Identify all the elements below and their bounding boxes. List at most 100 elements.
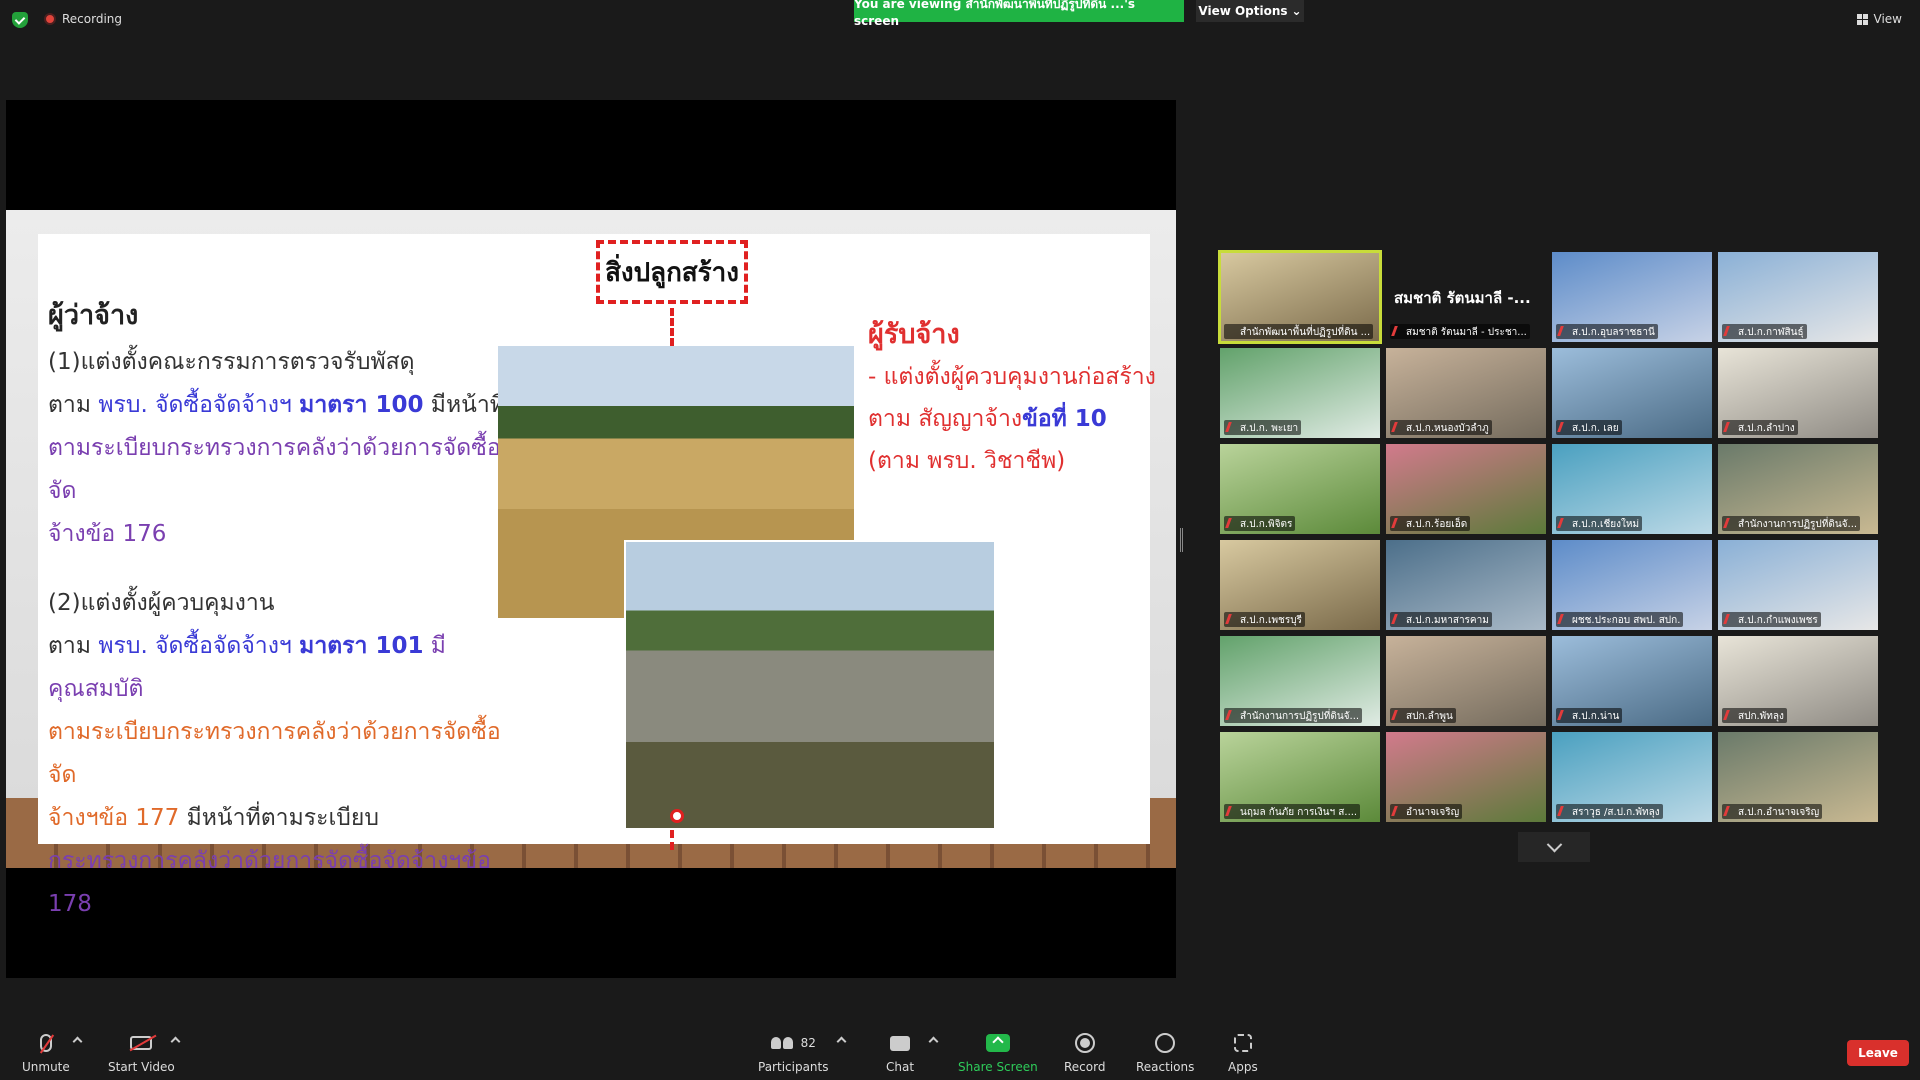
participant-tile[interactable]: ส.ป.ก.น่าน bbox=[1552, 636, 1712, 726]
participant-tile[interactable]: ส.ป.ก.หนองบัวลำภู bbox=[1386, 348, 1546, 438]
gallery-next-page-button[interactable] bbox=[1518, 832, 1590, 862]
chat-caret-icon[interactable] bbox=[928, 1036, 939, 1047]
participant-tile[interactable]: สมชาติ รัตนมาลี -... สมชาติ รัตนมาลี - ปร… bbox=[1386, 252, 1546, 342]
participant-name-text: สำนักพัฒนาพื้นที่ปฏิรูปที่ดิน ... bbox=[1240, 327, 1371, 338]
participant-tile[interactable]: ส.ป.ก.เพชรบุรี bbox=[1220, 540, 1380, 630]
muted-microphone-icon bbox=[1225, 614, 1237, 624]
participant-gallery: สำนักพัฒนาพื้นที่ปฏิรูปที่ดิน ... สมชาติ … bbox=[1218, 250, 1884, 822]
security-shield-icon[interactable] bbox=[12, 12, 28, 28]
participant-name-label: สำนักพัฒนาพื้นที่ปฏิรูปที่ดิน ... bbox=[1224, 324, 1374, 339]
participant-tile[interactable]: ส.ป.ก.อำนาจเจริญ bbox=[1718, 732, 1878, 822]
p2-l2-a: ตาม bbox=[48, 633, 99, 659]
view-options-button[interactable]: View Options ⌄ bbox=[1196, 0, 1304, 22]
participant-name-label: สำนักงานการปฏิรูปที่ดินจั... bbox=[1224, 708, 1363, 723]
participant-name-text: สราวุธ /ส.ป.ก.พัทลุง bbox=[1572, 807, 1660, 818]
participant-tile[interactable]: ส.ป.ก.ลำปาง bbox=[1718, 348, 1878, 438]
record-button[interactable]: Record bbox=[1064, 1032, 1105, 1074]
muted-microphone-icon bbox=[1557, 422, 1569, 432]
recording-indicator[interactable]: Recording bbox=[44, 12, 122, 26]
participant-name-label: ส.ป.ก.กาฬสินธุ์ bbox=[1722, 324, 1807, 339]
participant-name-label: สปก.พัทลุง bbox=[1722, 708, 1787, 723]
p1-line2: ตาม พรบ. จัดซื้อจัดจ้างฯ มาตรา 100 มีหน้… bbox=[48, 384, 508, 427]
participant-tile[interactable]: ส.ป.ก.มหาสารคาม bbox=[1386, 540, 1546, 630]
p1-l4-a: จ้าง bbox=[48, 521, 86, 547]
muted-microphone-icon bbox=[1391, 614, 1403, 624]
muted-microphone-icon bbox=[1225, 806, 1237, 816]
participant-tile[interactable]: ส.ป.ก. เลย bbox=[1552, 348, 1712, 438]
viewing-banner: You are viewing สำนักพัฒนาพื้นที่ปฏิรูปท… bbox=[854, 0, 1184, 28]
participant-tile[interactable]: สราวุธ /ส.ป.ก.พัทลุง bbox=[1552, 732, 1712, 822]
muted-microphone-icon bbox=[1557, 806, 1569, 816]
participant-tile[interactable]: ส.ป.ก.อุบลราชธานี bbox=[1552, 252, 1712, 342]
start-video-label: Start Video bbox=[108, 1060, 175, 1074]
panel-resize-handle[interactable] bbox=[1180, 528, 1183, 552]
muted-microphone-icon bbox=[1723, 614, 1735, 624]
reactions-label: Reactions bbox=[1136, 1060, 1195, 1074]
apps-button[interactable]: Apps bbox=[1228, 1032, 1258, 1074]
leave-button[interactable]: Leave bbox=[1847, 1040, 1909, 1066]
p1-l2-b: พรบ. จัดซื้อจัดจ้างฯ bbox=[98, 392, 300, 418]
participant-tile[interactable]: ส.ป.ก.ร้อยเอ็ด bbox=[1386, 444, 1546, 534]
participants-caret-icon[interactable] bbox=[836, 1036, 847, 1047]
participants-button[interactable]: 82 Participants bbox=[758, 1032, 829, 1074]
view-button[interactable]: View bbox=[1856, 12, 1902, 26]
participant-name-text: สปก.พัทลุง bbox=[1738, 711, 1784, 722]
p2-line4: จ้างฯข้อ 177 มีหน้าที่ตามระเบียบ bbox=[48, 797, 508, 840]
muted-microphone-icon bbox=[1723, 806, 1735, 816]
contractor-line1: - แต่งตั้งผู้ควบคุมงานก่อสร้าง bbox=[868, 364, 1156, 390]
participant-tile[interactable]: ส.ป.ก.กำแพงเพชร bbox=[1718, 540, 1878, 630]
record-label: Record bbox=[1064, 1060, 1106, 1074]
contractor-l2-b: ข้อที่ 10 bbox=[1022, 406, 1107, 432]
top-bar: Recording You are viewing สำนักพัฒนาพื้น… bbox=[0, 0, 1920, 40]
participant-tile[interactable]: สำนักงานการปฏิรูปที่ดินจั... bbox=[1718, 444, 1878, 534]
p2-l2-c: มาตรา 101 bbox=[299, 633, 424, 659]
unmute-button[interactable]: Unmute bbox=[22, 1032, 70, 1074]
participant-name-label: ส.ป.ก.กำแพงเพชร bbox=[1722, 612, 1821, 627]
participant-tile[interactable]: ส.ป.ก.กาฬสินธุ์ bbox=[1718, 252, 1878, 342]
muted-microphone-icon bbox=[1723, 710, 1735, 720]
contractor-line2: ตาม สัญญาจ้างข้อที่ 10 bbox=[868, 398, 1158, 440]
participant-name-text: ส.ป.ก.กำแพงเพชร bbox=[1738, 615, 1818, 626]
participant-name-label: ส.ป.ก.พิจิตร bbox=[1224, 516, 1296, 531]
participant-name-text: ผชช.ประกอบ สพป. สปก. bbox=[1572, 615, 1681, 626]
p1-l4-b: ข้อ 176 bbox=[85, 521, 167, 547]
slide-board: สิ่งปลูกสร้าง ผู้ว่าจ้าง (1)แต่งตั้งคณะก… bbox=[38, 234, 1156, 917]
participant-name-text: ส.ป.ก. พะเยา bbox=[1240, 423, 1299, 434]
participant-tile[interactable]: ผชช.ประกอบ สพป. สปก. bbox=[1552, 540, 1712, 630]
participant-name-label: อำนาจเจริญ bbox=[1390, 804, 1463, 819]
participant-name-label: ส.ป.ก.เพชรบุรี bbox=[1224, 612, 1305, 627]
p2-l4-a: จ้างฯข้อ 177 bbox=[48, 805, 180, 831]
participant-name-label: ส.ป.ก.อำนาจเจริญ bbox=[1722, 804, 1823, 819]
muted-microphone-icon bbox=[1391, 806, 1403, 816]
muted-microphone-icon bbox=[1723, 422, 1735, 432]
participant-tile[interactable]: ส.ป.ก.เชียงใหม่ bbox=[1552, 444, 1712, 534]
contractor-section: ผู้รับจ้าง - แต่งตั้งผู้ควบคุมงานก่อสร้า… bbox=[868, 314, 1158, 482]
participant-tile[interactable]: อำนาจเจริญ bbox=[1386, 732, 1546, 822]
center-tag: สิ่งปลูกสร้าง bbox=[596, 240, 748, 304]
participant-tile[interactable]: ส.ป.ก.พิจิตร bbox=[1220, 444, 1380, 534]
apps-icon bbox=[1233, 1034, 1252, 1052]
chat-button[interactable]: Chat bbox=[886, 1032, 914, 1074]
p2-line1: (2)แต่งตั้งผู้ควบคุมงาน bbox=[48, 590, 275, 616]
participant-name-label: สราวุธ /ส.ป.ก.พัทลุง bbox=[1556, 804, 1663, 819]
participant-name-text: อำนาจเจริญ bbox=[1406, 807, 1460, 818]
participant-name-label: สปก.ลำพูน bbox=[1390, 708, 1456, 723]
participant-tile[interactable]: ส.ป.ก. พะเยา bbox=[1220, 348, 1380, 438]
contractor-heading: ผู้รับจ้าง bbox=[868, 319, 960, 350]
p2-line3: ตามระเบียบกระทรวงการคลังว่าด้วยการจัดซื้… bbox=[48, 719, 501, 788]
shared-screen: สิ่งปลูกสร้าง ผู้ว่าจ้าง (1)แต่งตั้งคณะก… bbox=[6, 100, 1176, 978]
participant-tile[interactable]: นฤมล กันภัย การเงินฯ ส.... bbox=[1220, 732, 1380, 822]
reactions-button[interactable]: Reactions bbox=[1136, 1032, 1194, 1074]
p2-line5: กระทรวงการคลังว่าด้วยการจัดซื้อจัดจ้างฯข… bbox=[48, 840, 508, 926]
participant-tile[interactable]: สำนักพัฒนาพื้นที่ปฏิรูปที่ดิน ... bbox=[1218, 250, 1382, 344]
contractor-line3: (ตาม พรบ. วิชาชีพ) bbox=[868, 448, 1066, 474]
dashed-connector bbox=[670, 308, 674, 346]
participant-tile[interactable]: สปก.ลำพูน bbox=[1386, 636, 1546, 726]
audio-options-caret-icon[interactable] bbox=[72, 1036, 83, 1047]
share-screen-button[interactable]: Share Screen bbox=[958, 1032, 1038, 1074]
recording-dot-icon bbox=[44, 13, 56, 25]
participant-tile[interactable]: สำนักงานการปฏิรูปที่ดินจั... bbox=[1220, 636, 1380, 726]
start-video-button[interactable]: Start Video bbox=[108, 1032, 175, 1074]
participant-tile[interactable]: สปก.พัทลุง bbox=[1718, 636, 1878, 726]
meeting-toolbar: Unmute Start Video 82 Participants Chat … bbox=[0, 1022, 1920, 1080]
